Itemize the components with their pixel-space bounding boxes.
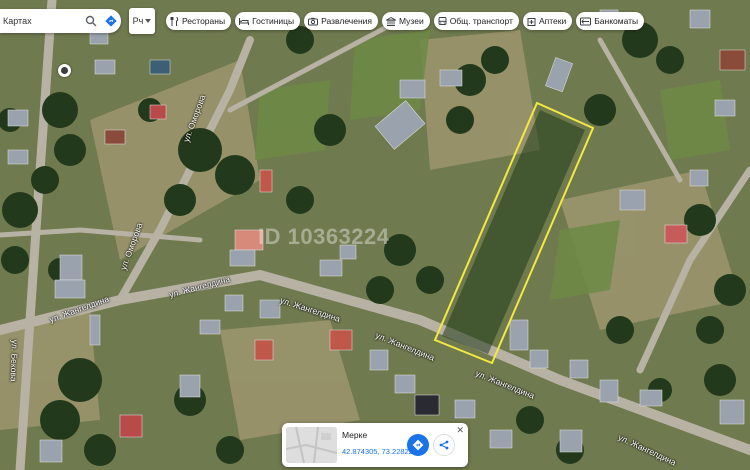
share-button[interactable] — [433, 434, 455, 456]
chip-label: Рестораны — [182, 16, 226, 26]
location-marker[interactable] — [58, 64, 71, 77]
place-card[interactable]: Мерке 42.874305, 73.228225 ✕ — [282, 423, 468, 467]
directions-icon — [412, 439, 424, 451]
directions-icon[interactable] — [101, 11, 121, 31]
chip-atms[interactable]: Банкоматы — [576, 12, 645, 30]
chip-label: Аптеки — [538, 16, 567, 26]
chip-label: Гостиницы — [252, 16, 295, 26]
chip-label: Банкоматы — [594, 16, 639, 26]
camera-icon — [308, 17, 319, 25]
share-icon — [439, 440, 449, 450]
chip-museums[interactable]: Музеи — [381, 12, 430, 30]
search-input[interactable]: Картах — [0, 16, 81, 26]
chip-label: Развлечения — [321, 16, 372, 26]
bed-icon — [239, 17, 250, 25]
language-label: Рч — [132, 16, 144, 26]
pharmacy-icon — [527, 17, 536, 26]
search-icon[interactable] — [81, 11, 101, 31]
bus-icon — [438, 16, 447, 25]
chip-label: Музеи — [398, 16, 424, 26]
place-coordinates[interactable]: 42.874305, 73.228225 — [342, 447, 417, 456]
chip-label: Общ. транспорт — [449, 16, 513, 26]
street-label: ул. Бекова — [8, 339, 20, 382]
place-name: Мерке — [342, 430, 368, 440]
language-button[interactable]: Рч — [129, 8, 155, 34]
chevron-down-icon — [145, 19, 152, 23]
close-icon[interactable]: ✕ — [456, 425, 464, 436]
fork-knife-icon — [170, 16, 179, 26]
chip-entertainment[interactable]: Развлечения — [304, 12, 378, 30]
chip-restaurants[interactable]: Рестораны — [166, 12, 232, 30]
category-chips: Рестораны Гостиницы Развлечения Музеи Об… — [166, 12, 645, 30]
place-thumbnail[interactable] — [286, 427, 337, 463]
atm-icon — [580, 17, 592, 25]
museum-icon — [385, 16, 396, 26]
watermark: ID 10363224 — [258, 224, 390, 249]
chip-pharmacies[interactable]: Аптеки — [522, 12, 573, 30]
search-box[interactable]: Картах — [0, 9, 121, 33]
chip-hotels[interactable]: Гостиницы — [235, 12, 301, 30]
chip-transit[interactable]: Общ. транспорт — [433, 12, 519, 30]
directions-button[interactable] — [407, 434, 429, 456]
